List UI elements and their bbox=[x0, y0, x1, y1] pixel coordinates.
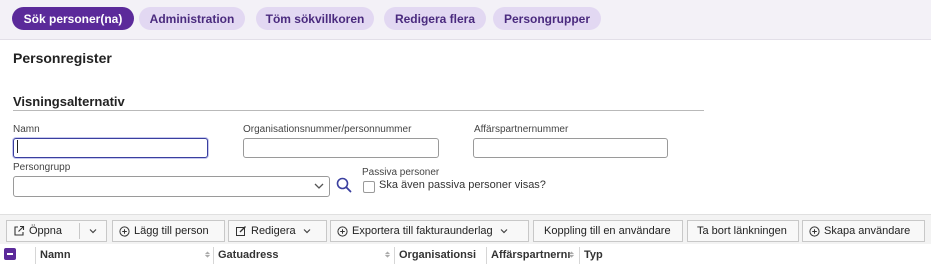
person-group-label: Persongrupp bbox=[13, 162, 71, 173]
partner-number-input[interactable] bbox=[473, 138, 668, 158]
remove-link-label: Ta bort länkningen bbox=[697, 225, 787, 237]
passive-persons-checkbox-label: Ska även passiva personer visas? bbox=[379, 179, 546, 191]
open-external-icon bbox=[14, 225, 25, 236]
column-header-street-address[interactable]: Gatuadress bbox=[218, 249, 279, 261]
create-user-label: Skapa användare bbox=[824, 225, 911, 237]
sort-icon[interactable] bbox=[568, 251, 575, 258]
remove-link-button[interactable]: Ta bort länkningen bbox=[687, 220, 799, 242]
edit-icon bbox=[236, 226, 246, 236]
edit-button-label: Redigera bbox=[251, 225, 296, 237]
add-person-label: Lägg till person bbox=[134, 225, 209, 237]
orgnr-input[interactable] bbox=[243, 138, 439, 158]
name-input[interactable] bbox=[13, 138, 208, 158]
person-groups-button[interactable]: Persongrupper bbox=[493, 7, 601, 30]
clear-search-button[interactable]: Töm sökvillkoren bbox=[256, 7, 374, 30]
column-separator bbox=[579, 247, 580, 264]
column-separator bbox=[213, 247, 214, 264]
page-title: Personregister bbox=[13, 50, 112, 66]
search-icon[interactable] bbox=[335, 176, 353, 194]
open-button-label: Öppna bbox=[29, 225, 63, 237]
name-label: Namn bbox=[13, 124, 40, 135]
search-persons-button[interactable]: Sök personer(na) bbox=[12, 7, 134, 30]
export-invoice-label: Exportera till fakturaunderlag bbox=[352, 225, 493, 237]
section-divider bbox=[13, 110, 704, 111]
sort-icon[interactable] bbox=[384, 251, 391, 258]
chevron-down-icon bbox=[303, 229, 311, 234]
link-user-button[interactable]: Koppling till en användare bbox=[533, 220, 683, 242]
edit-many-button[interactable]: Redigera flera bbox=[384, 7, 486, 30]
column-header-type[interactable]: Typ bbox=[584, 249, 603, 261]
person-group-select[interactable] bbox=[13, 176, 330, 197]
chevron-down-icon bbox=[500, 229, 508, 234]
passive-persons-label: Passiva personer bbox=[362, 167, 440, 178]
grid-toolbar: Öppna Lägg till person Redigera Exporter… bbox=[0, 214, 931, 244]
chevron-down-icon bbox=[314, 183, 324, 189]
column-separator bbox=[394, 247, 395, 264]
column-header-partner-number[interactable]: Affärspartnernı bbox=[491, 249, 570, 261]
plus-circle-icon bbox=[809, 225, 820, 237]
partner-number-label: Affärspartnernummer bbox=[474, 124, 569, 135]
link-user-label: Koppling till en användare bbox=[544, 225, 671, 237]
sort-icon[interactable] bbox=[204, 251, 211, 258]
export-invoice-button[interactable]: Exportera till fakturaunderlag bbox=[330, 220, 529, 242]
text-caret bbox=[17, 140, 18, 153]
column-header-name[interactable]: Namn bbox=[40, 249, 71, 261]
create-user-button[interactable]: Skapa användare bbox=[802, 220, 925, 242]
plus-circle-icon bbox=[119, 225, 130, 237]
select-all-checkbox[interactable] bbox=[4, 248, 16, 260]
split-divider bbox=[79, 223, 80, 239]
top-action-bar: Sök personer(na) Administration Töm sökv… bbox=[0, 0, 931, 40]
section-title: Visningsalternativ bbox=[13, 94, 125, 109]
passive-persons-checkbox[interactable] bbox=[363, 181, 375, 193]
edit-button[interactable]: Redigera bbox=[228, 220, 327, 242]
administration-button[interactable]: Administration bbox=[139, 7, 245, 30]
open-button[interactable]: Öppna bbox=[6, 220, 107, 242]
column-header-orgnr[interactable]: Organisationsi bbox=[399, 249, 476, 261]
column-separator bbox=[35, 247, 36, 264]
orgnr-label: Organisationsnummer/personnummer bbox=[243, 124, 412, 135]
add-person-button[interactable]: Lägg till person bbox=[112, 220, 225, 242]
column-separator bbox=[486, 247, 487, 264]
chevron-down-icon[interactable] bbox=[88, 226, 98, 236]
plus-circle-icon bbox=[337, 225, 348, 237]
